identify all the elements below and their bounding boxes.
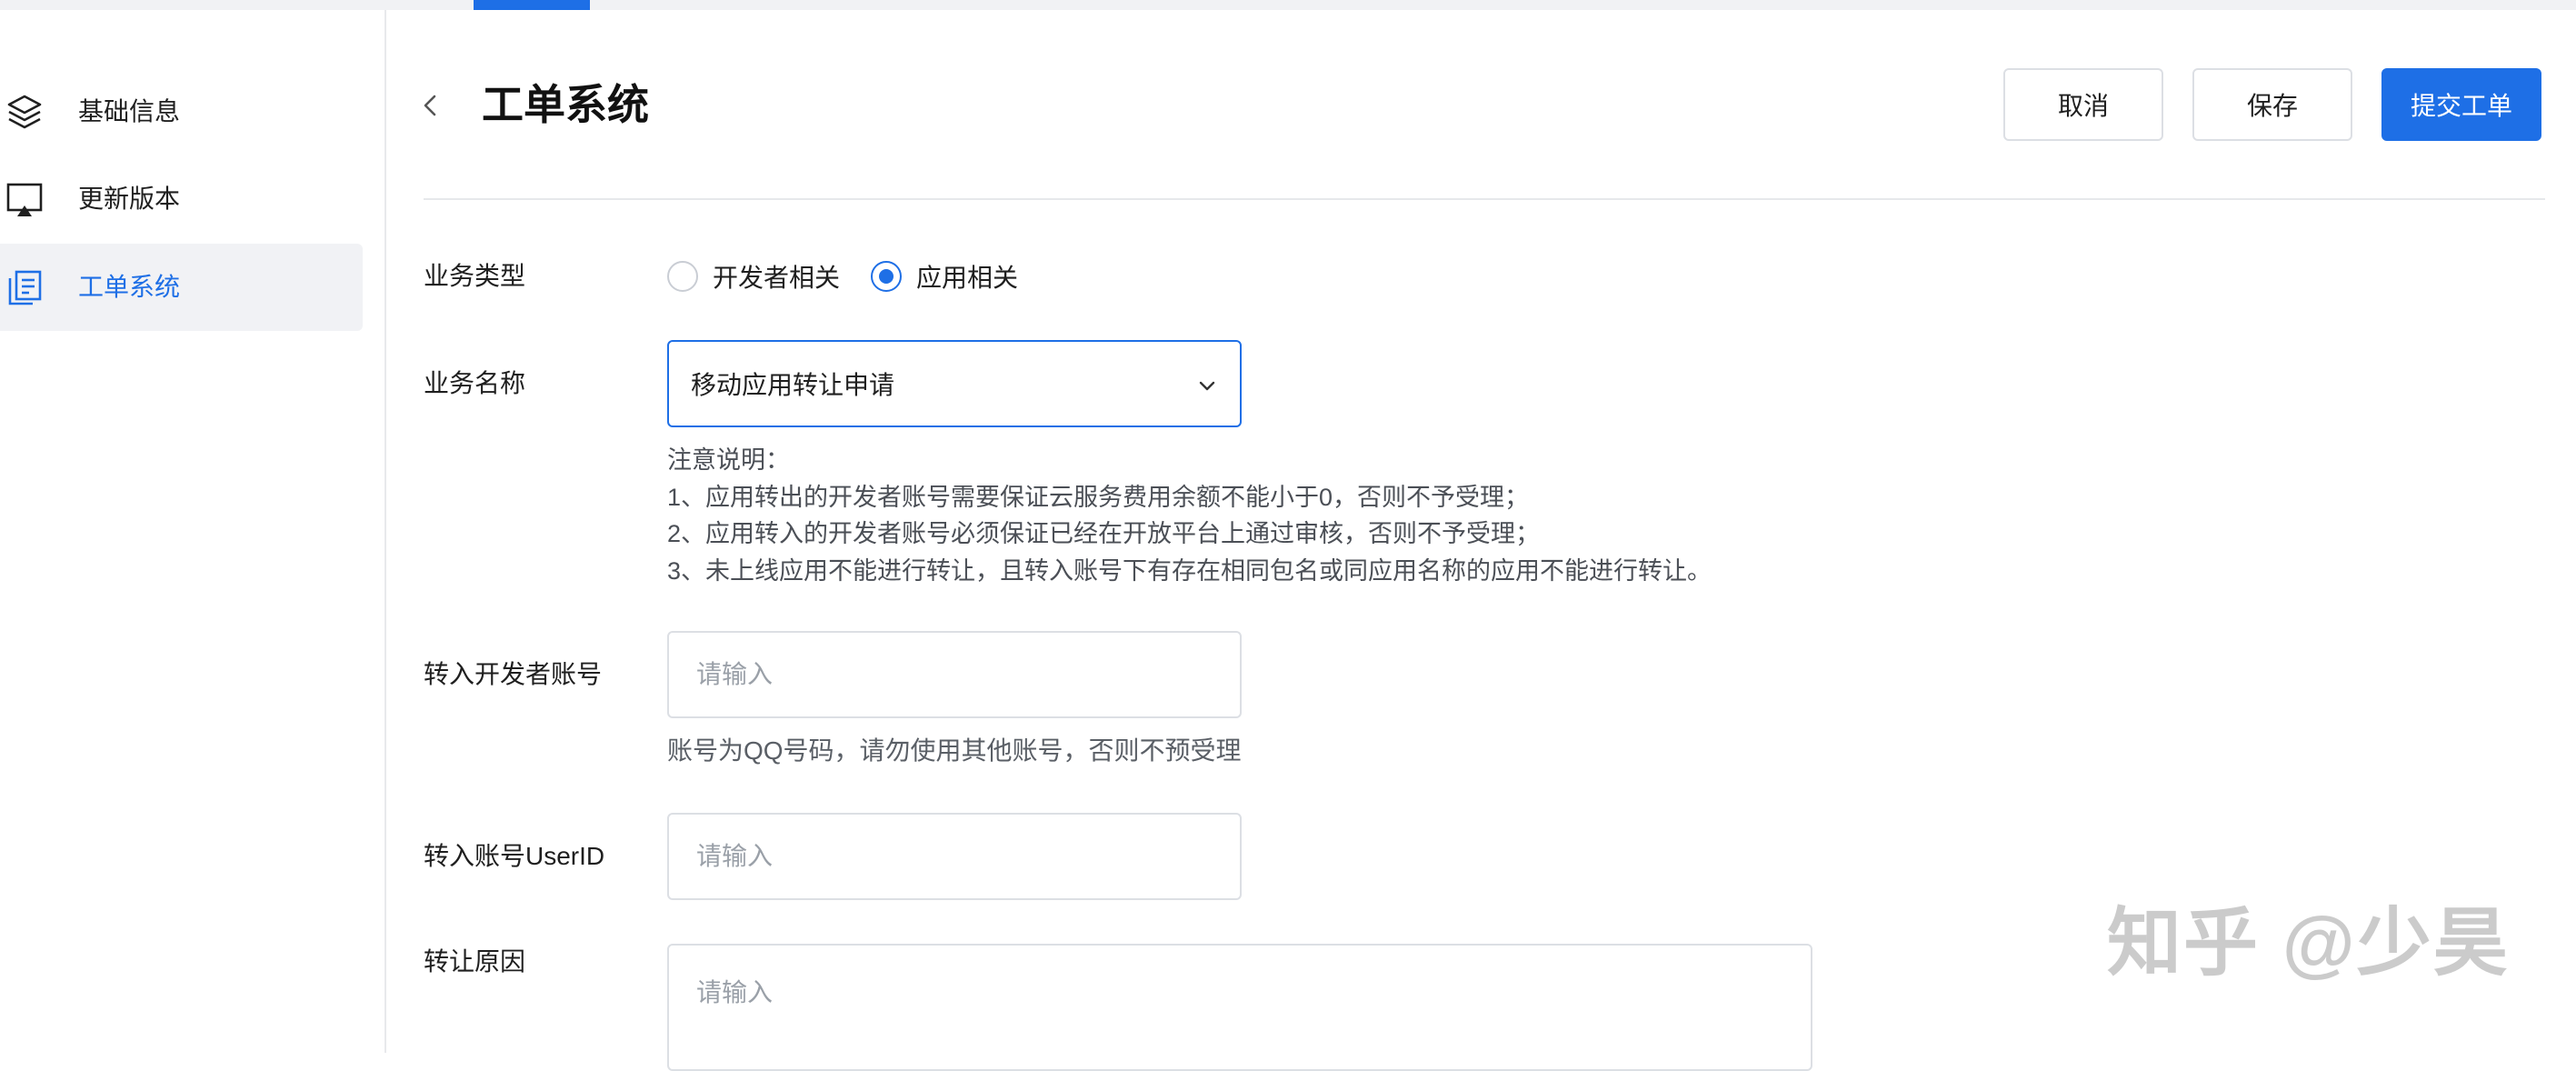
business-name-select[interactable]: 移动应用转让申请: [667, 340, 1242, 427]
sidebar-item-update-version[interactable]: 更新版本: [0, 155, 363, 243]
radio-developer-related[interactable]: 开发者相关: [667, 258, 840, 295]
sidebar-item-ticket-system[interactable]: 工单系统: [0, 244, 363, 331]
watermark: 知乎 @少昊: [2107, 902, 2510, 985]
cancel-button[interactable]: 取消: [2003, 68, 2163, 141]
transfer-reason-textarea[interactable]: [667, 944, 1812, 1071]
document-icon: [8, 270, 42, 305]
target-userid-input[interactable]: [667, 813, 1242, 900]
notice-line: 2、应用转入的开发者账号必须保证已经在开放平台上通过审核，否则不予受理；: [667, 520, 1541, 547]
radio-app-related[interactable]: 应用相关: [871, 258, 1018, 295]
target-account-input[interactable]: [667, 631, 1242, 718]
notice-title: 注意说明：: [667, 446, 790, 474]
sidebar-item-label: 工单系统: [78, 273, 181, 301]
radio-circle[interactable]: [871, 261, 903, 292]
sidebar-item-basic-info[interactable]: 基础信息: [0, 68, 363, 155]
submit-ticket-button[interactable]: 提交工单: [2381, 68, 2541, 141]
target-userid-label: 转入账号UserID: [424, 842, 605, 870]
notice-line: 3、未上线应用不能进行转让，且转入账号下有存在相同包名或同应用名称的应用不能进行…: [667, 556, 1712, 585]
radio-label: 应用相关: [916, 264, 1019, 292]
top-tab-bar: [0, 0, 2576, 10]
business-name-label: 业务名称: [424, 369, 526, 397]
transfer-reason-label: 转让原因: [424, 947, 526, 976]
layers-icon: [7, 95, 42, 129]
chevron-down-icon: [1199, 381, 1215, 391]
business-type-radio-group: 开发者相关 应用相关: [667, 258, 1049, 295]
sidebar-item-label: 基础信息: [78, 97, 181, 125]
header-divider: [424, 198, 2545, 200]
notice-text: 注意说明： 1、应用转出的开发者账号需要保证云服务费用余额不能小于0，否则不予受…: [667, 442, 1712, 589]
active-tab-indicator: [474, 0, 590, 10]
screen-upload-icon: [6, 183, 43, 216]
notice-line: 1、应用转出的开发者账号需要保证云服务费用余额不能小于0，否则不予受理；: [667, 483, 1530, 511]
business-name-value: 移动应用转让申请: [691, 371, 895, 399]
business-type-label: 业务类型: [424, 262, 526, 290]
page-title: 工单系统: [482, 81, 649, 128]
target-account-hint: 账号为QQ号码，请勿使用其他账号，否则不预受理: [667, 736, 1242, 765]
save-button[interactable]: 保存: [2192, 68, 2352, 141]
radio-label: 开发者相关: [713, 264, 841, 292]
target-account-label: 转入开发者账号: [424, 660, 603, 688]
sidebar-item-label: 更新版本: [78, 185, 181, 213]
back-chevron-icon[interactable]: [416, 87, 444, 124]
sidebar: 基础信息 更新版本 工单系统: [0, 10, 386, 1053]
radio-circle[interactable]: [667, 261, 698, 292]
